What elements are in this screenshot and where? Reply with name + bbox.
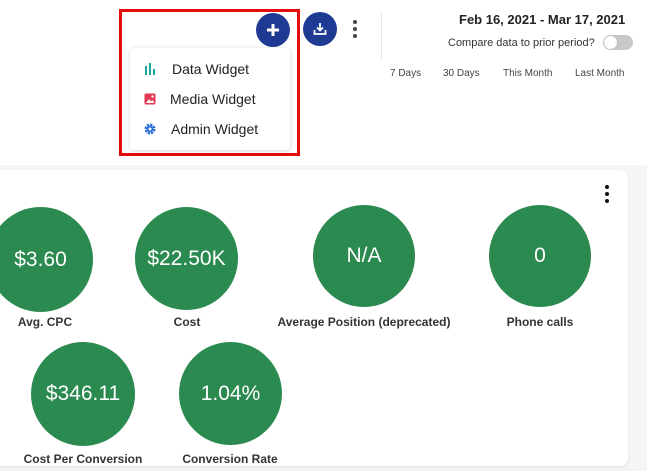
download-button[interactable] <box>303 12 337 46</box>
top-toolbar: Feb 16, 2021 - Mar 17, 2021 Compare data… <box>0 0 647 165</box>
date-range-label[interactable]: Feb 16, 2021 - Mar 17, 2021 <box>459 12 625 27</box>
menu-item-label: Admin Widget <box>171 121 259 137</box>
kebab-icon <box>353 20 357 24</box>
toolbar-divider <box>381 12 382 60</box>
bar-chart-icon <box>145 63 155 75</box>
menu-item-media-widget[interactable]: Media Widget <box>130 85 290 113</box>
compare-label: Compare data to prior period? <box>448 37 595 49</box>
metric-cost-per-conversion-value: $346.11 <box>31 342 135 446</box>
download-icon <box>313 23 327 35</box>
metric-cost-value: $22.50K <box>135 207 238 310</box>
metric-conversion-rate-value: 1.04% <box>179 342 282 445</box>
metric-conversion-rate-label: Conversion Rate <box>182 452 278 466</box>
gear-icon <box>144 123 156 135</box>
period-tab-30-days[interactable]: 30 Days <box>443 68 480 79</box>
metrics-card: $3.60 Avg. CPC $22.50K Cost N/A Average … <box>0 170 628 466</box>
add-widget-menu: Data Widget Media Widget Admin Widget <box>130 48 290 150</box>
period-tab-this-month[interactable]: This Month <box>503 68 552 79</box>
compare-toggle[interactable] <box>603 35 633 50</box>
menu-item-label: Media Widget <box>170 91 256 107</box>
toolbar-more-button[interactable] <box>353 20 357 38</box>
menu-item-label: Data Widget <box>172 61 250 77</box>
menu-item-data-widget[interactable]: Data Widget <box>130 55 290 83</box>
card-more-button[interactable] <box>605 185 609 203</box>
metric-cost-label: Cost <box>173 315 201 329</box>
metric-avg-cpc-value: $3.60 <box>0 207 93 312</box>
metric-avg-position-label: Average Position (deprecated) <box>277 315 451 329</box>
metric-phone-calls-label: Phone calls <box>506 315 574 329</box>
metric-avg-position-value: N/A <box>313 205 415 307</box>
metric-phone-calls-value: 0 <box>489 205 591 307</box>
metric-cost-per-conversion-label: Cost Per Conversion <box>23 452 143 466</box>
menu-item-admin-widget[interactable]: Admin Widget <box>130 115 290 143</box>
image-icon <box>144 93 156 105</box>
metric-avg-cpc-label: Avg. CPC <box>17 315 73 329</box>
period-tab-last-month[interactable]: Last Month <box>575 68 624 79</box>
kebab-icon <box>605 185 609 189</box>
period-tab-7-days[interactable]: 7 Days <box>390 68 421 79</box>
